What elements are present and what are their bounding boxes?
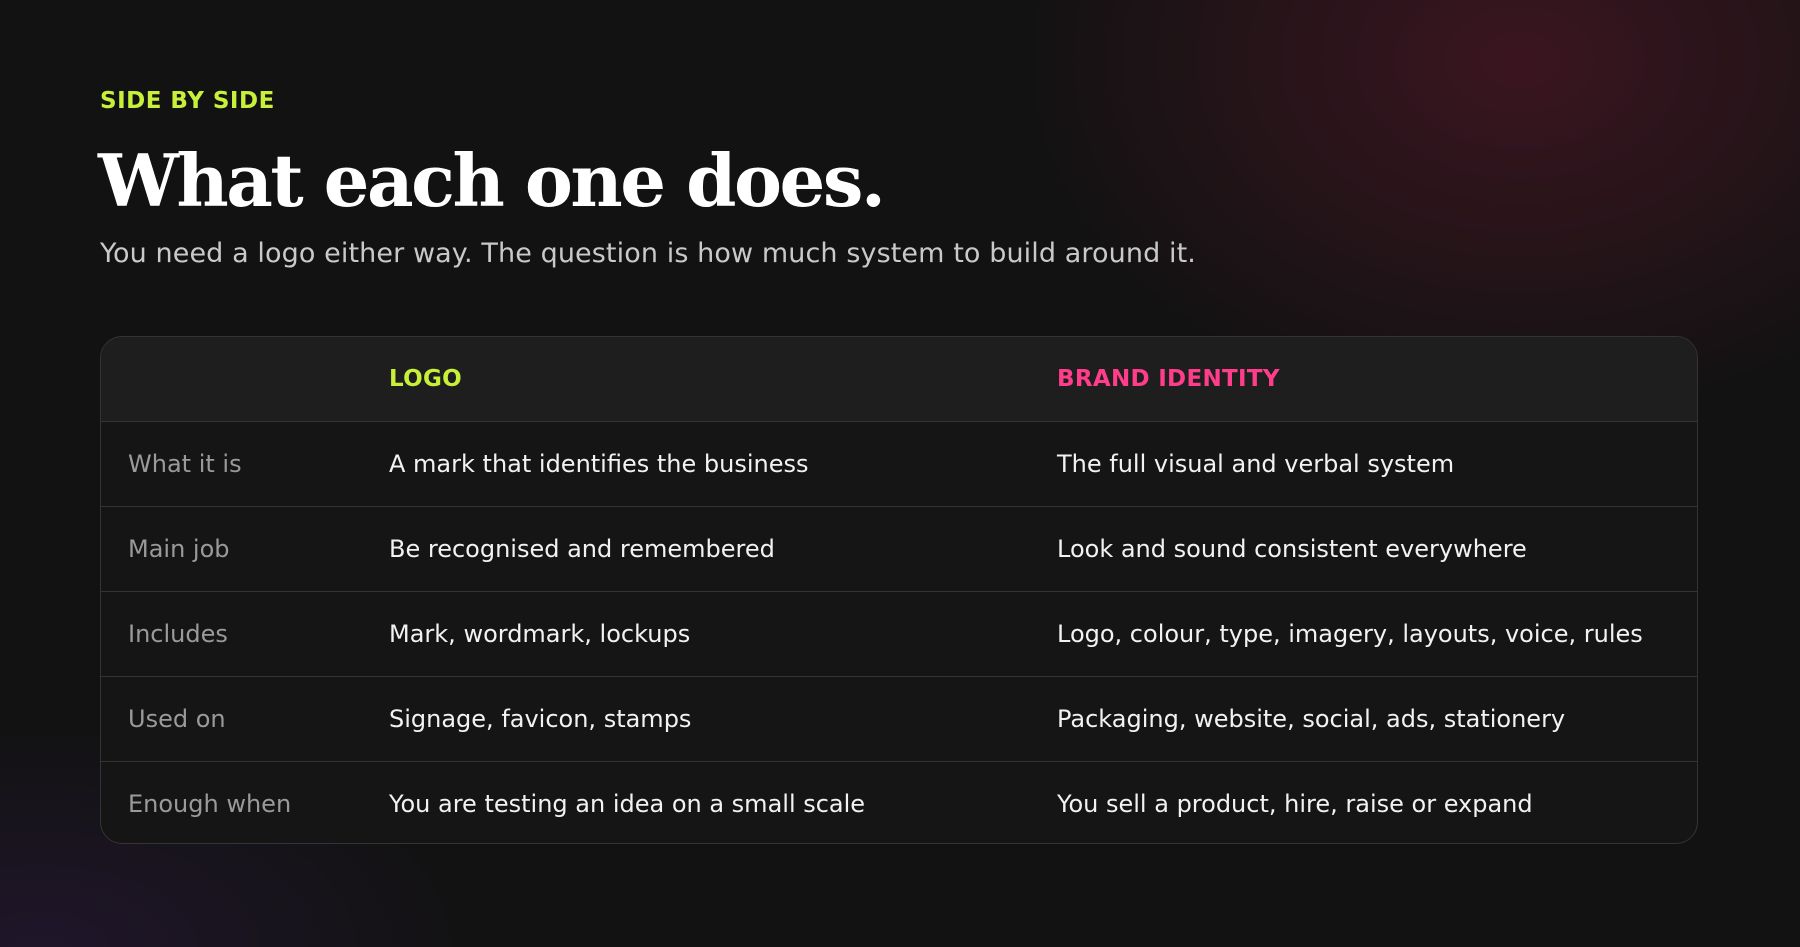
row-label: Includes bbox=[128, 620, 228, 648]
logo-value: Be recognised and remembered bbox=[389, 535, 775, 563]
logo-value: Mark, wordmark, lockups bbox=[389, 620, 691, 648]
table-row: Main job Be recognised and remembered Lo… bbox=[101, 506, 1697, 591]
brand-identity-value: The full visual and verbal system bbox=[1057, 450, 1455, 478]
brand-identity-value: Packaging, website, social, ads, station… bbox=[1057, 705, 1566, 733]
table-row: Enough when You are testing an idea on a… bbox=[101, 761, 1697, 843]
comparison-table: LOGO BRAND IDENTITY What it is A mark th… bbox=[100, 336, 1698, 844]
row-label: Main job bbox=[128, 535, 230, 563]
section-eyebrow: SIDE BY SIDE bbox=[100, 88, 275, 114]
logo-value: Signage, favicon, stamps bbox=[389, 705, 692, 733]
table-header-row: LOGO BRAND IDENTITY bbox=[101, 337, 1697, 421]
brand-identity-value: Logo, colour, type, imagery, layouts, vo… bbox=[1057, 620, 1643, 648]
table-row: Used on Signage, favicon, stamps Packagi… bbox=[101, 676, 1697, 761]
logo-value: A mark that identifies the business bbox=[389, 450, 809, 478]
logo-value: You are testing an idea on a small scale bbox=[389, 790, 866, 818]
table-row: Includes Mark, wordmark, lockups Logo, c… bbox=[101, 591, 1697, 676]
row-label: Enough when bbox=[128, 790, 292, 818]
row-label: Used on bbox=[128, 705, 226, 733]
brand-identity-value: You sell a product, hire, raise or expan… bbox=[1057, 790, 1533, 818]
column-header-logo: LOGO bbox=[389, 366, 463, 392]
column-header-brand-identity: BRAND IDENTITY bbox=[1057, 366, 1280, 392]
row-label: What it is bbox=[128, 450, 242, 478]
brand-identity-value: Look and sound consistent everywhere bbox=[1057, 535, 1527, 563]
page-title: What each one does. bbox=[98, 138, 886, 223]
table-row: What it is A mark that identifies the bu… bbox=[101, 421, 1697, 506]
section-subtitle: You need a logo either way. The question… bbox=[100, 238, 1196, 269]
